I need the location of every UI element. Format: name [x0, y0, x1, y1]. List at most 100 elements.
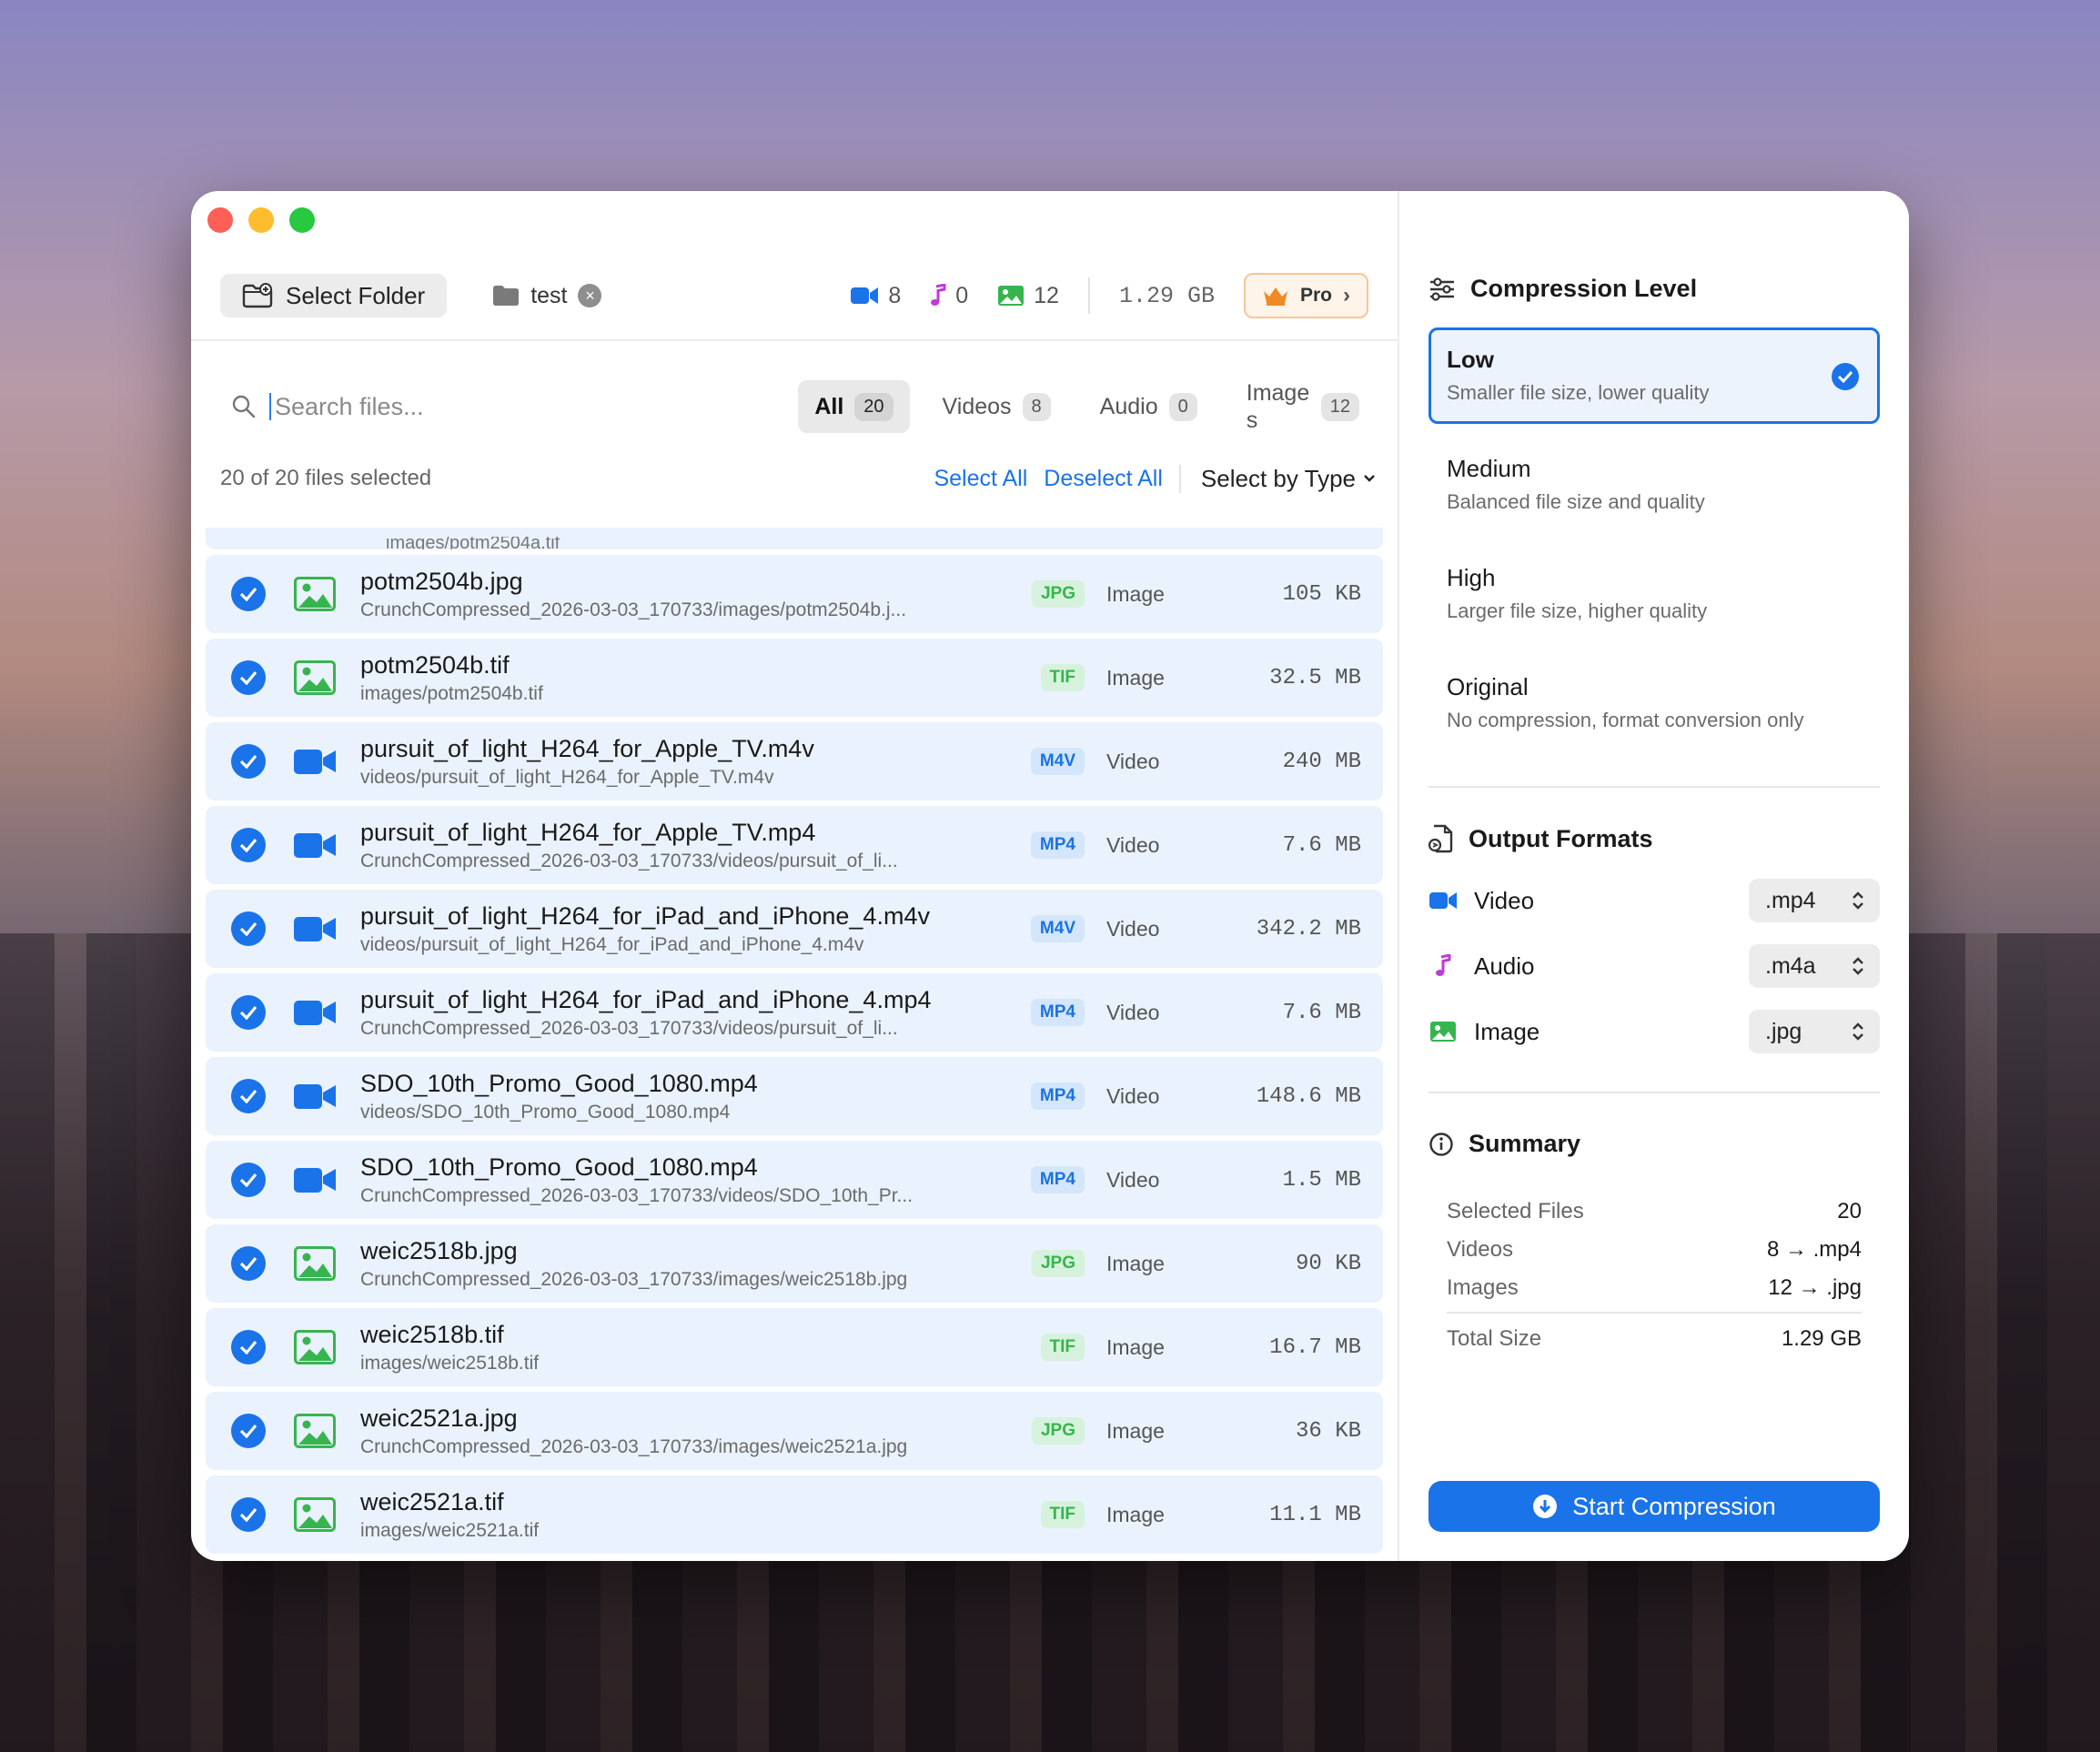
video-count: 8	[888, 282, 902, 308]
file-name: potm2504b.jpg	[360, 567, 523, 595]
select-all-link[interactable]: Select All	[934, 466, 1027, 492]
format-badge: M4V	[1030, 748, 1085, 775]
list-item[interactable]: potm2504b.jpg CrunchCompressed_2026-03-0…	[206, 555, 1383, 633]
tab-audio-label: Audio	[1099, 393, 1158, 419]
video-camera-icon	[1429, 892, 1457, 909]
tab-videos[interactable]: Videos 8	[926, 380, 1067, 433]
file-info: potm2504b.tif images/potm2504b.tif	[360, 651, 988, 705]
format-badge: MP4	[1030, 1166, 1085, 1193]
list-item[interactable]: weic2518b.jpg CrunchCompressed_2026-03-0…	[206, 1224, 1383, 1303]
select-by-type-label: Select by Type	[1200, 464, 1356, 492]
checkbox-checked-icon[interactable]	[231, 577, 266, 611]
image-count-stat: 12	[997, 283, 1059, 309]
photo-icon	[293, 1329, 337, 1365]
list-item[interactable]: pursuit_of_light_H264_for_Apple_TV.mp4 C…	[206, 806, 1383, 884]
level-medium[interactable]: Medium Balanced file size and quality	[1429, 437, 1880, 533]
summary-label: Videos	[1447, 1237, 1513, 1262]
file-info: potm2504b.jpg CrunchCompressed_2026-03-0…	[360, 568, 988, 621]
file-name: SDO_10th_Promo_Good_1080.mp4	[360, 1153, 758, 1181]
level-high[interactable]: High Larger file size, higher quality	[1429, 546, 1880, 642]
level-description: Smaller file size, lower quality	[1447, 381, 1710, 404]
checkbox-checked-icon[interactable]	[231, 1163, 266, 1197]
list-item[interactable]: weic2518b.tif images/weic2518b.tif TIF I…	[206, 1308, 1383, 1386]
list-item[interactable]: SDO_10th_Promo_Good_1080.mp4 videos/SDO_…	[206, 1057, 1383, 1135]
list-item[interactable]: weic2521a.jpg CrunchCompressed_2026-03-0…	[206, 1392, 1383, 1470]
select-value: .mp4	[1765, 887, 1816, 913]
file-type: Image	[1106, 1251, 1165, 1275]
format-badge: MP4	[1030, 831, 1085, 859]
checkbox-checked-icon[interactable]	[231, 1246, 266, 1281]
file-path: CrunchCompressed_2026-03-03_170733/video…	[360, 1017, 898, 1039]
file-name: SDO_10th_Promo_Good_1080.mp4	[360, 1069, 758, 1097]
list-item[interactable]: weic2521a.tif images/weic2521a.tif TIF I…	[206, 1475, 1383, 1554]
video-camera-icon	[293, 1078, 337, 1114]
section-divider	[1429, 1092, 1880, 1093]
list-item[interactable]: SDO_10th_Promo_Good_1080.mp4 CrunchCompr…	[206, 1141, 1383, 1219]
format-badge: TIF	[1040, 1501, 1085, 1528]
list-item[interactable]: potm2504b.tif images/potm2504b.tif TIF I…	[206, 639, 1383, 717]
level-name: Medium	[1447, 455, 1531, 482]
video-camera-icon	[293, 1162, 337, 1198]
pro-upgrade-button[interactable]: Pro ›	[1243, 273, 1368, 318]
checkbox-checked-icon[interactable]	[231, 1330, 266, 1364]
checkbox-checked-icon[interactable]	[231, 1079, 266, 1113]
file-type: Image	[1106, 665, 1165, 690]
selection-status: 20 of 20 files selected	[220, 466, 432, 490]
checkbox-checked-icon[interactable]	[231, 744, 266, 779]
filter-tabs: All 20 Videos 8 Audio 0 Image s 12	[798, 380, 1376, 433]
file-type: Video	[1106, 749, 1160, 773]
file-name: weic2518b.tif	[360, 1320, 504, 1348]
video-camera-icon	[293, 994, 337, 1031]
select-by-type-menu[interactable]: Select by Type	[1178, 464, 1376, 493]
format-row-audio: Audio .m4a	[1429, 944, 1880, 988]
list-item-partial[interactable]: images/potm2504a.tif	[206, 528, 1383, 549]
select-folder-button[interactable]: Select Folder	[220, 274, 448, 317]
file-path: images/weic2518b.tif	[360, 1352, 540, 1374]
folder-icon	[493, 286, 520, 306]
start-compression-button[interactable]: Start Compression	[1429, 1481, 1880, 1532]
search-icon	[232, 395, 256, 418]
summary-value: 1.29 GB	[1781, 1326, 1862, 1351]
total-size: 1.29 GB	[1118, 282, 1215, 309]
level-low[interactable]: Low Smaller file size, lower quality	[1429, 327, 1880, 424]
close-window-button[interactable]	[207, 207, 233, 233]
list-item[interactable]: pursuit_of_light_H264_for_Apple_TV.m4v v…	[206, 722, 1383, 800]
tab-videos-count: 8	[1022, 392, 1051, 421]
file-name: pursuit_of_light_H264_for_Apple_TV.mp4	[360, 818, 816, 846]
summary-value: 20	[1837, 1199, 1862, 1223]
checkbox-checked-icon[interactable]	[231, 828, 266, 862]
file-info: pursuit_of_light_H264_for_Apple_TV.mp4 C…	[360, 819, 988, 872]
file-type: Video	[1106, 1000, 1160, 1024]
checkbox-checked-icon[interactable]	[231, 995, 266, 1030]
list-item[interactable]: pursuit_of_light_H264_for_iPad_and_iPhon…	[206, 890, 1383, 968]
pro-label: Pro	[1299, 285, 1332, 306]
format-badge: MP4	[1030, 999, 1085, 1026]
file-name: pursuit_of_light_H264_for_iPad_and_iPhon…	[360, 985, 932, 1013]
sliders-icon	[1430, 277, 1454, 301]
minimize-window-button[interactable]	[248, 207, 274, 233]
file-path: CrunchCompressed_2026-03-03_170733/video…	[360, 1184, 914, 1206]
tab-audio[interactable]: Audio 0	[1084, 380, 1214, 433]
summary-label: Images	[1447, 1275, 1519, 1300]
section-divider	[1429, 786, 1880, 788]
tab-all[interactable]: All 20	[798, 380, 910, 433]
search-field[interactable]: Search files...	[231, 393, 777, 421]
zoom-window-button[interactable]	[289, 207, 315, 233]
checkbox-checked-icon[interactable]	[231, 660, 266, 695]
updown-chevron-icon	[1853, 891, 1863, 910]
checkbox-checked-icon[interactable]	[231, 1497, 266, 1532]
text-caret	[269, 393, 271, 420]
list-item[interactable]: pursuit_of_light_H264_for_iPad_and_iPhon…	[206, 973, 1383, 1052]
file-pane: Select Folder test × 8 0 12 1.29 GB Pro …	[191, 191, 1399, 1561]
video-format-select[interactable]: .mp4	[1749, 879, 1880, 922]
checkbox-checked-icon[interactable]	[231, 911, 266, 946]
deselect-all-link[interactable]: Deselect All	[1044, 466, 1163, 492]
image-format-select[interactable]: .jpg	[1749, 1010, 1880, 1053]
stats-divider	[1087, 277, 1090, 314]
search-input[interactable]: Search files...	[275, 393, 424, 421]
level-original[interactable]: Original No compression, format conversi…	[1429, 655, 1880, 751]
tab-images[interactable]: Image s 12	[1230, 380, 1376, 433]
audio-format-select[interactable]: .m4a	[1749, 944, 1880, 988]
clear-folder-icon[interactable]: ×	[578, 284, 602, 307]
checkbox-checked-icon[interactable]	[231, 1414, 266, 1448]
